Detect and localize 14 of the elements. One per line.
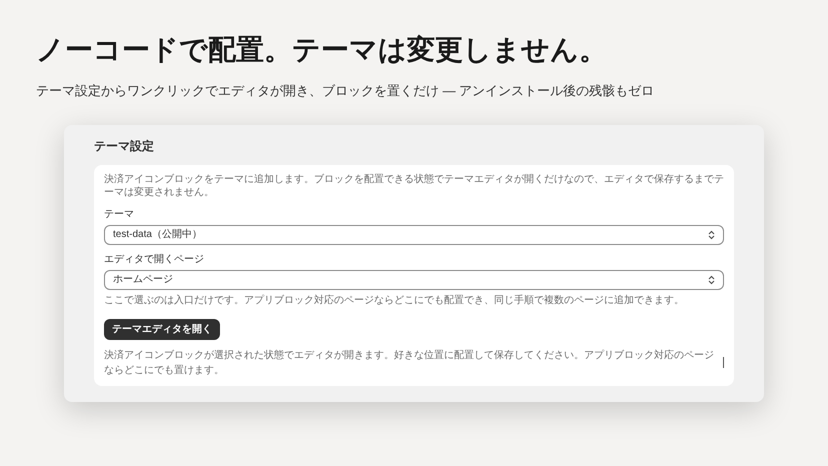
description: 決済アイコンブロックをテーマに追加します。ブロックを配置できる状態でテーマエディタが開くだけなので、エディタで保存するまでテーマは変更されません。 <box>104 172 724 200</box>
chevron-updown-icon <box>708 230 715 240</box>
open-editor-button[interactable]: テーマエディタを開く <box>104 318 220 340</box>
select-field[interactable]: test-data（公開中） <box>104 224 724 244</box>
subtitle: テーマ設定からワンクリックでエディタが開き、ブロックを置くだけ — アンインストール後の残骸もゼロ <box>36 82 656 100</box>
field-label: テーマ <box>104 208 135 222</box>
text-cursor <box>723 357 724 368</box>
note: 決済アイコンブロックが選択された状態でエディタが開きます。好きな位置に配置して保存してください。アプリブロック対応のページならどこにでも置けます。 <box>104 348 715 378</box>
headline: ノーコードで配置。テーマは変更しません。 <box>36 33 608 67</box>
chevron-updown-icon <box>708 274 715 284</box>
select-field[interactable]: ホームページ <box>104 270 724 290</box>
help-text: ここで選ぶのは入口だけです。アプリブロック対応のページならどこにでも配置でき、同じ手順で複数のページに追加できます。 <box>104 294 685 308</box>
field-label: エディタで開くページ <box>104 252 205 266</box>
panel-title: テーマ設定 <box>94 138 155 154</box>
